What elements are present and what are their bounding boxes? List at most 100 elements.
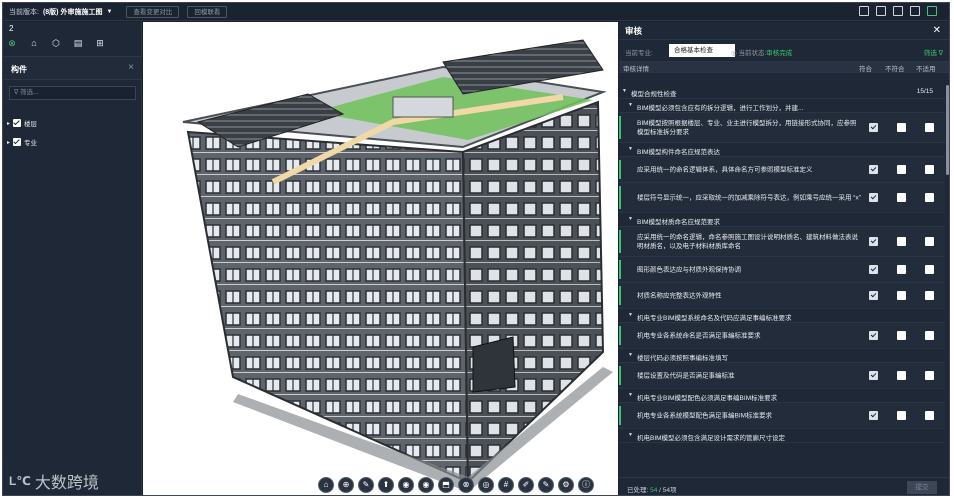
review-group-row[interactable]: 机电专业BIM模型配色必须满足事编BIM标准要求 ▼ <box>619 389 945 403</box>
review-group-row[interactable]: 机电BIM模型必须包含满足设计需求的管廊尺寸设定 ▼ <box>619 429 945 443</box>
chevron-down-icon[interactable]: ▼ <box>628 432 633 438</box>
status-bar <box>619 160 621 179</box>
fail-checkbox[interactable] <box>897 331 906 340</box>
na-checkbox[interactable] <box>925 237 934 246</box>
viewport-tool-icon[interactable]: ⬒ <box>438 477 454 493</box>
chevron-down-icon[interactable]: ▼ <box>622 88 627 94</box>
viewport-tool-icon[interactable]: ⬆ <box>378 477 394 493</box>
review-title: 审核 <box>625 25 643 36</box>
review-item-row[interactable]: 机电专业各系统命名是否满足事编标准要求 <box>619 323 945 349</box>
review-item-row[interactable]: BIM模型按照根据楼层、专业、业主进行模型拆分，用链接形式协同，应参照模型标准拆… <box>619 113 945 143</box>
discipline-select[interactable]: 合格基本检查 <box>669 44 735 57</box>
pass-checkbox[interactable] <box>869 193 878 202</box>
submit-button[interactable]: 提交 <box>907 481 937 494</box>
version-selector[interactable]: (8版) 外审施施工图 <box>43 7 103 17</box>
na-checkbox[interactable] <box>925 123 934 132</box>
viewport-tool-icon[interactable]: ✎ <box>358 477 374 493</box>
filter-button[interactable]: 筛选 ∇ <box>924 47 943 57</box>
review-group-row[interactable]: BIM模型材质命名应规范要求 ▼ <box>619 213 945 227</box>
review-item-row[interactable]: 图形颜色表达应与材质外观保持协调 <box>619 257 945 283</box>
save-icon[interactable] <box>859 6 869 16</box>
viewport-tool-icon[interactable]: # <box>498 477 514 493</box>
status-bar <box>619 326 621 345</box>
chevron-right-icon[interactable]: ▸ <box>7 139 10 146</box>
pass-checkbox[interactable] <box>869 371 878 380</box>
fail-checkbox[interactable] <box>897 165 906 174</box>
home-icon[interactable]: ⌂ <box>29 38 39 48</box>
fail-checkbox[interactable] <box>897 237 906 246</box>
review-item-row[interactable]: 机电专业各系统模型配色满足事编BIM标准要求 <box>619 403 945 429</box>
review-item-row[interactable]: 材质名称应完整表达外观特性 <box>619 283 945 309</box>
camera-icon[interactable] <box>876 6 886 16</box>
panel-title: 构件 <box>11 65 27 74</box>
fail-checkbox[interactable] <box>897 123 906 132</box>
chevron-right-icon[interactable]: ▸ <box>7 120 10 127</box>
review-item-row[interactable]: 楼层设置及代码是否满足事编标准 <box>619 363 945 389</box>
fail-checkbox[interactable] <box>897 291 906 300</box>
link-icon[interactable]: ⊗ <box>7 38 17 48</box>
tree-item-disciplines[interactable]: ▸ 专业 <box>7 137 37 147</box>
viewport-tool-icon[interactable]: ⚙ <box>558 477 574 493</box>
viewport-tool-icon[interactable]: ◉ <box>398 477 414 493</box>
floors-checkbox[interactable] <box>13 119 22 127</box>
chevron-down-icon[interactable]: ▼ <box>106 9 112 15</box>
na-checkbox[interactable] <box>925 371 934 380</box>
viewport-tool-icon[interactable]: ⊕ <box>338 477 354 493</box>
review-item-row[interactable]: 应采用统一的命名逻辑体系，具体命名方可参照模型标准定义 <box>619 157 945 183</box>
chevron-down-icon[interactable]: ▼ <box>628 146 633 152</box>
compare-changes-button[interactable]: 查看变更对比 <box>126 5 180 18</box>
discipline-label: 当前专业: <box>625 50 653 57</box>
fail-checkbox[interactable] <box>897 371 906 380</box>
na-checkbox[interactable] <box>925 193 934 202</box>
pass-checkbox[interactable] <box>869 123 878 132</box>
na-checkbox[interactable] <box>925 265 934 274</box>
tree-item-floors[interactable]: ▸ 楼层 <box>7 118 37 128</box>
grid-icon[interactable]: ⊞ <box>95 38 105 48</box>
review-item-row[interactable]: 应采用统一的命名逻辑，命名参照施工图设计说明材质名、建筑材料做法表说明材质名，以… <box>619 227 945 257</box>
na-checkbox[interactable] <box>925 165 934 174</box>
document-icon[interactable] <box>893 6 903 16</box>
pass-checkbox[interactable] <box>869 237 878 246</box>
viewport-tool-icon[interactable]: ⊗ <box>458 477 474 493</box>
scrollbar[interactable] <box>946 85 949 175</box>
file-icon[interactable]: ▤ <box>73 38 83 48</box>
chevron-down-icon[interactable]: ▼ <box>628 352 633 358</box>
na-checkbox[interactable] <box>925 291 934 300</box>
pass-checkbox[interactable] <box>869 265 878 274</box>
viewport-tool-icon[interactable]: ✐ <box>518 477 534 493</box>
row-text: 机电专业BIM模型系统命名及代码应满足事编标准要求 <box>637 315 792 322</box>
cube-icon[interactable]: ⬡ <box>51 38 61 48</box>
fail-checkbox[interactable] <box>897 411 906 420</box>
viewport-tool-icon[interactable]: ◎ <box>478 477 494 493</box>
review-group-row[interactable]: BIM模型构件命名应规范表达 ▼ <box>619 143 945 157</box>
review-group-row[interactable]: 机电专业BIM模型系统命名及代码应满足事编标准要求 ▼ <box>619 309 945 323</box>
pass-checkbox[interactable] <box>869 411 878 420</box>
na-checkbox[interactable] <box>925 331 934 340</box>
filter-input[interactable]: ∇ 筛选... <box>9 86 136 100</box>
pass-checkbox[interactable] <box>869 165 878 174</box>
viewport-tool-icon[interactable]: ⌂ <box>318 477 334 493</box>
chevron-down-icon[interactable]: ▼ <box>628 216 633 222</box>
fail-checkbox[interactable] <box>897 265 906 274</box>
return-linked-view-button[interactable]: 回模联看 <box>187 5 228 18</box>
review-group-row[interactable]: 楼层代码必须按照事编标准填写 ▼ <box>619 349 945 363</box>
review-section-row[interactable]: 模型合规性检查 ▼ 15/15 <box>619 85 945 99</box>
na-checkbox[interactable] <box>925 411 934 420</box>
viewport-tool-icon[interactable]: ◉ <box>418 477 434 493</box>
review-icon[interactable] <box>927 6 937 16</box>
model-viewport[interactable]: ⌂ ⊕ ✎ ⬆ ◉ ◉ ⬒ ⊗ ◎ # ✐ ✎ ⚙ ⓘ <box>143 22 618 495</box>
viewport-tool-icon[interactable]: ⓘ <box>578 477 594 493</box>
viewport-tool-icon[interactable]: ✎ <box>538 477 554 493</box>
print-icon[interactable] <box>910 6 920 16</box>
review-item-row[interactable]: 楼层符号显示统一，应采取统一的加减乘除符号表达，例如乘号应统一采用 “x” <box>619 183 945 213</box>
review-group-row[interactable]: BIM模型必须包含应有的拆分逻辑，进行工作划分，并建... ▼ <box>619 99 945 113</box>
discipline-checkbox[interactable] <box>13 138 22 146</box>
pass-checkbox[interactable] <box>869 331 878 340</box>
chevron-down-icon[interactable]: ▼ <box>628 392 633 398</box>
chevron-down-icon[interactable]: ▼ <box>628 312 633 318</box>
close-icon[interactable]: ✕ <box>933 25 941 36</box>
fail-checkbox[interactable] <box>897 193 906 202</box>
chevron-down-icon[interactable]: ▼ <box>628 102 633 108</box>
pass-checkbox[interactable] <box>869 291 878 300</box>
close-icon[interactable]: × <box>128 62 134 73</box>
